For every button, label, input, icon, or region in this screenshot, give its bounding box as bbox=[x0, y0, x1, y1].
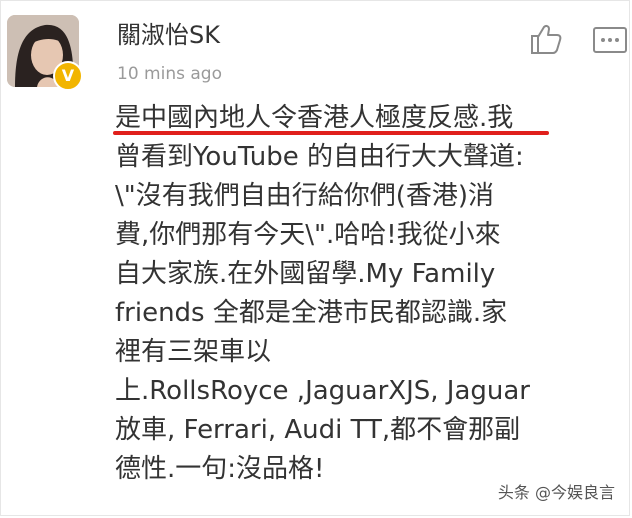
comment-text: 是中國內地人令香港人極度反感.我 曾看到YouTube 的自由行大大聲道: \"… bbox=[115, 99, 615, 489]
more-options-icon bbox=[593, 27, 627, 53]
comment-card: V 關淑怡SK 10 mins ago 是中國內地人令香港人極度反感.我 曾看到… bbox=[0, 0, 630, 516]
comment-line: \"沒有我們自由行給你們(香港)消 bbox=[115, 181, 495, 211]
thumbs-up-icon bbox=[531, 24, 562, 54]
timestamp: 10 mins ago bbox=[117, 64, 222, 84]
like-button[interactable] bbox=[529, 23, 563, 55]
comment-line: 上.RollsRoyce ,JaguarXJS, Jaguar bbox=[115, 376, 530, 406]
comment-line: 費,你們那有今天\".哈哈!我從小來 bbox=[115, 220, 501, 250]
more-options-button[interactable] bbox=[593, 27, 627, 53]
comment-line: 放車, Ferrari, Audi TT,都不會那副 bbox=[115, 415, 521, 445]
watermark: 头条 @今娱良言 bbox=[497, 483, 615, 502]
verified-badge-icon: V bbox=[53, 61, 83, 91]
comment-line: friends 全都是全港市民都認識.家 bbox=[115, 298, 508, 328]
comment-line: 裡有三架車以 bbox=[115, 337, 272, 367]
username[interactable]: 關淑怡SK bbox=[117, 15, 220, 50]
comment-line: 自大家族.在外國留學.My Family bbox=[115, 259, 496, 289]
comment-line: 是中國內地人令香港人極度反感.我 bbox=[115, 103, 514, 133]
comment-line: 曾看到YouTube 的自由行大大聲道: bbox=[115, 142, 524, 172]
